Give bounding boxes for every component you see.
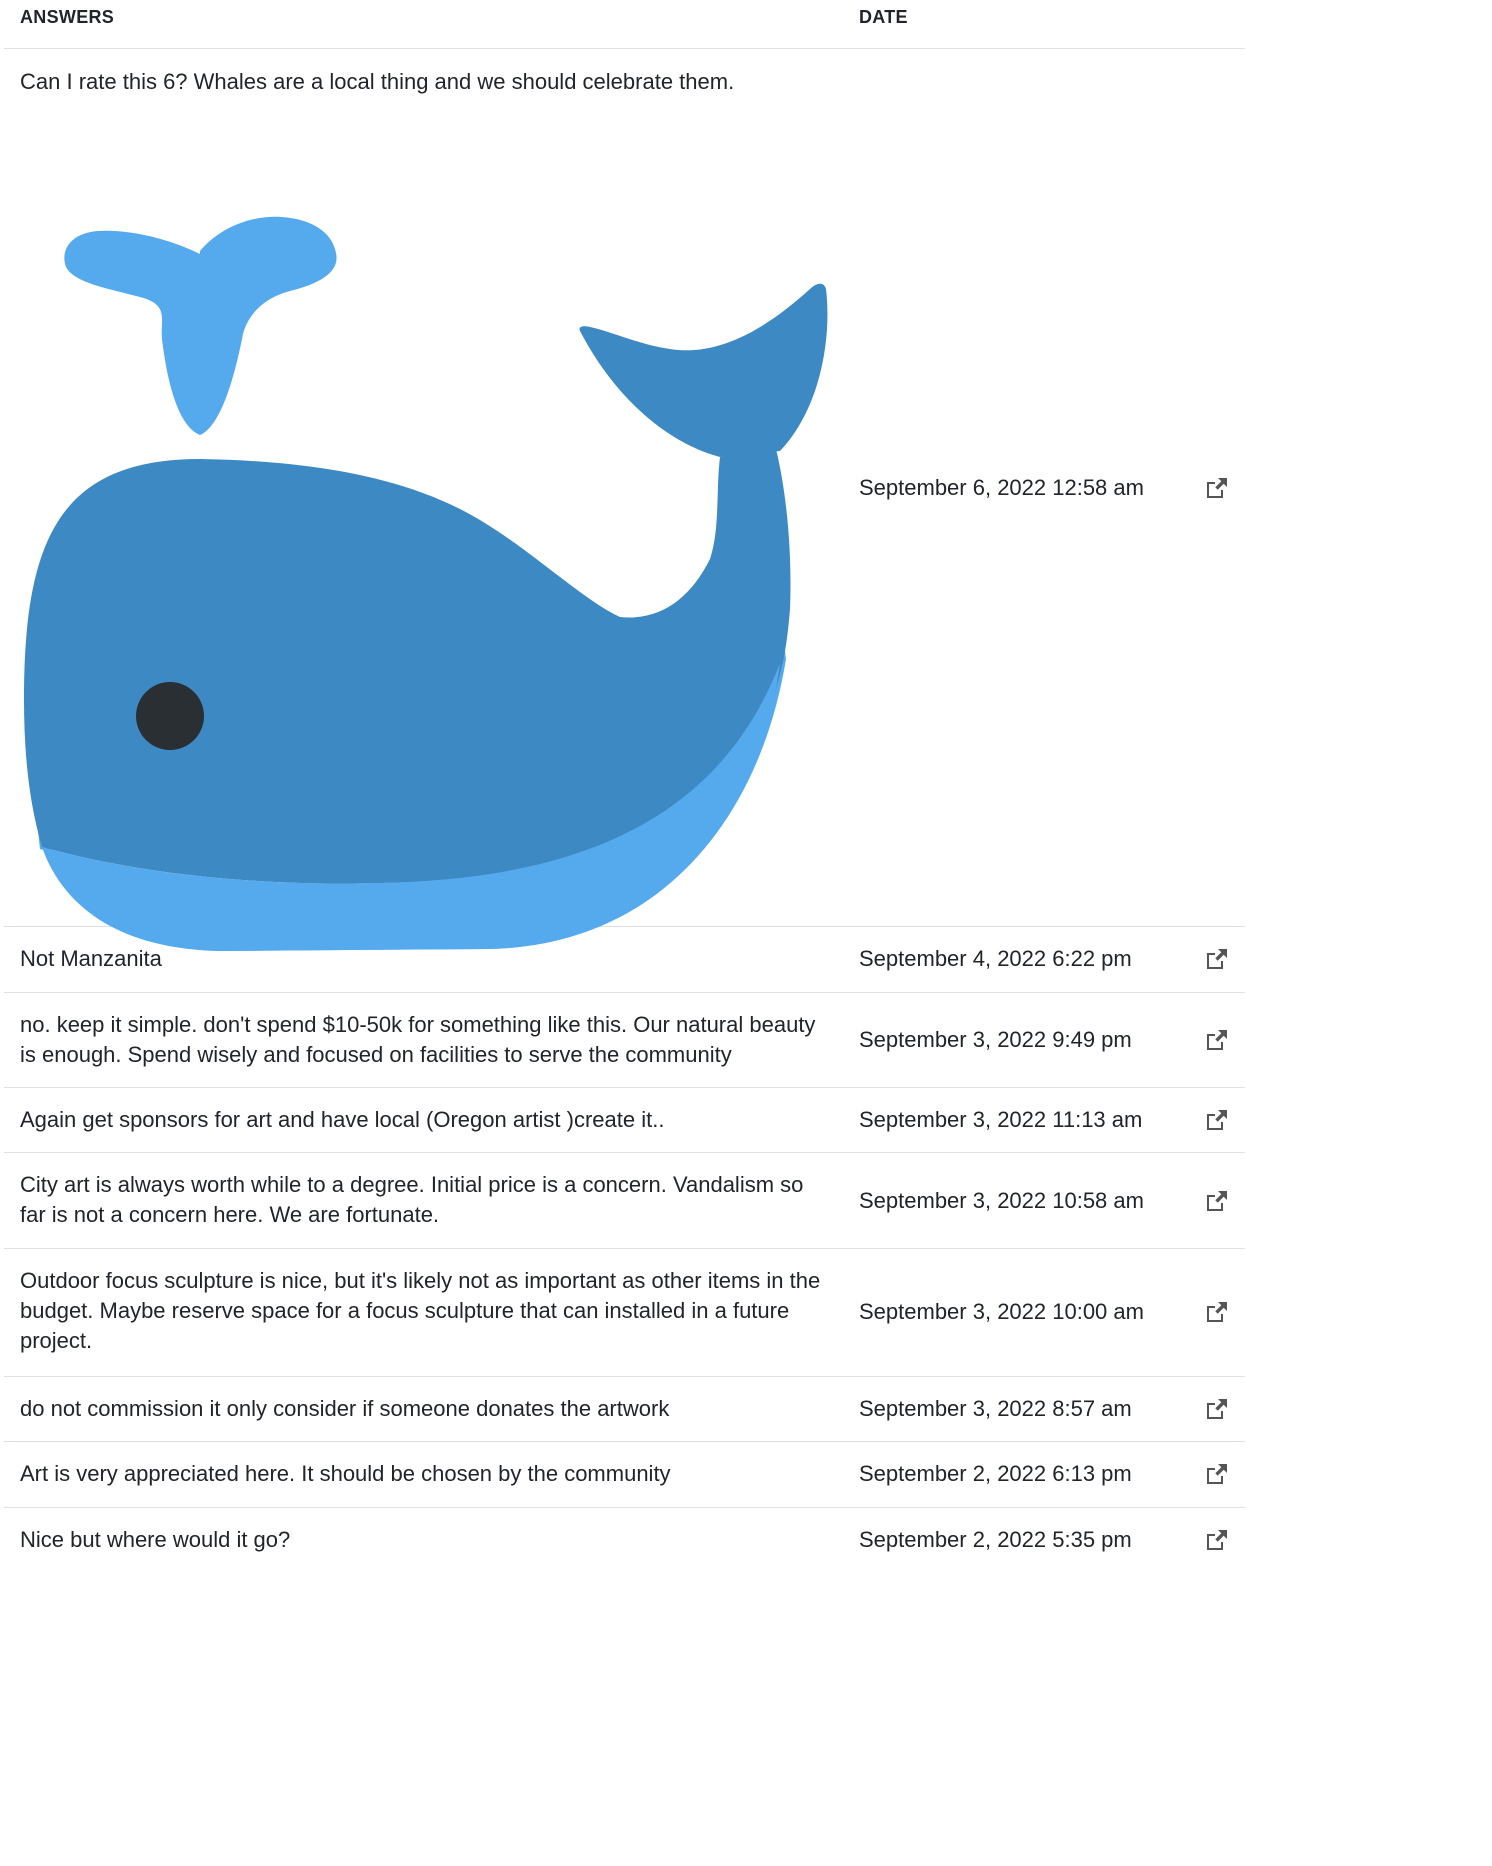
answer-date: September 3, 2022 10:00 am	[859, 1299, 1144, 1324]
external-link-icon[interactable]	[1204, 1461, 1230, 1487]
table-row: Outdoor focus sculpture is nice, but it'…	[4, 1249, 1245, 1377]
date-column-header: DATE	[859, 7, 908, 27]
answer-date: September 4, 2022 6:22 pm	[859, 946, 1132, 971]
table-row: Art is very appreciated here. It should …	[4, 1442, 1245, 1508]
answer-text: Not Manzanita	[20, 946, 162, 971]
table-row: City art is always worth while to a degr…	[4, 1153, 1245, 1249]
answer-text: Again get sponsors for art and have loca…	[20, 1107, 665, 1132]
table-row: Again get sponsors for art and have loca…	[4, 1088, 1245, 1153]
answer-text: Outdoor focus sculpture is nice, but it'…	[20, 1268, 821, 1353]
external-link-icon[interactable]	[1204, 1299, 1230, 1325]
answer-date: September 2, 2022 6:13 pm	[859, 1461, 1132, 1486]
responses-table: ANSWERS DATE Can I rate this 6? Whales a…	[0, 0, 1249, 1866]
answer-text: no. keep it simple. don't spend $10-50k …	[20, 1012, 816, 1067]
external-link-icon[interactable]	[1204, 1107, 1230, 1133]
external-link-icon[interactable]	[1204, 1027, 1230, 1053]
answer-text: Can I rate this 6? Whales are a local th…	[20, 69, 735, 94]
answer-date: September 6, 2022 12:58 am	[859, 475, 1144, 500]
table-row: Nice but where would it go? September 2,…	[4, 1508, 1245, 1572]
answer-date: September 3, 2022 8:57 am	[859, 1396, 1132, 1421]
table-row: Not Manzanita September 4, 2022 6:22 pm	[4, 927, 1245, 993]
table-row: no. keep it simple. don't spend $10-50k …	[4, 993, 1245, 1088]
table-row: do not commission it only consider if so…	[4, 1377, 1245, 1442]
whale-icon	[20, 179, 830, 955]
answer-text: Nice but where would it go?	[20, 1527, 291, 1552]
table-header: ANSWERS DATE	[4, 0, 1245, 49]
answer-date: September 3, 2022 9:49 pm	[859, 1027, 1132, 1052]
external-link-icon[interactable]	[1204, 1396, 1230, 1422]
table-row: Can I rate this 6? Whales are a local th…	[4, 49, 1245, 951]
answer-text: do not commission it only consider if so…	[20, 1396, 670, 1421]
answer-date: September 2, 2022 5:35 pm	[859, 1527, 1132, 1552]
answer-date: September 3, 2022 10:58 am	[859, 1188, 1144, 1213]
answers-column-header: ANSWERS	[20, 7, 115, 27]
answer-text: City art is always worth while to a degr…	[20, 1172, 804, 1227]
external-link-icon[interactable]	[1204, 946, 1230, 972]
answer-date: September 3, 2022 11:13 am	[859, 1107, 1143, 1132]
external-link-icon[interactable]	[1204, 1188, 1230, 1214]
external-link-icon[interactable]	[1204, 475, 1230, 501]
answer-text: Art is very appreciated here. It should …	[20, 1461, 671, 1486]
external-link-icon[interactable]	[1204, 1527, 1230, 1553]
